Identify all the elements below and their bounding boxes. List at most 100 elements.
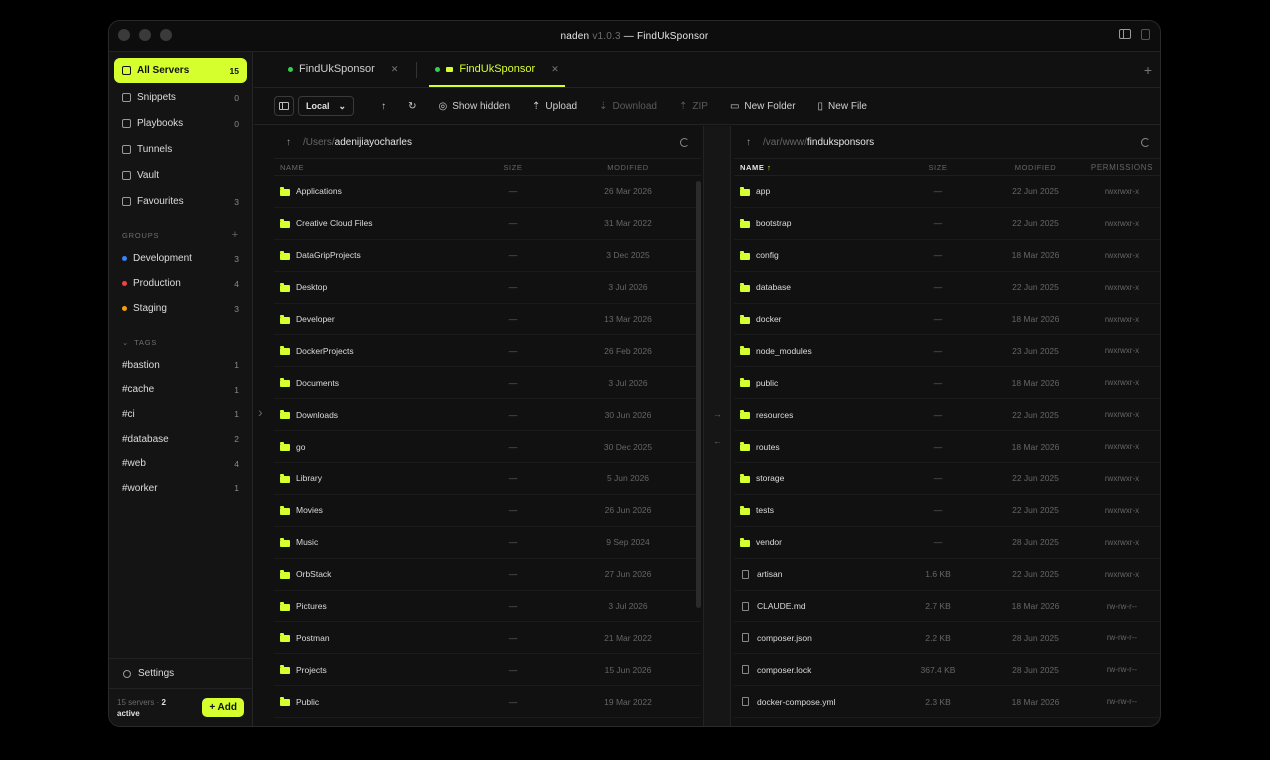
zip-button[interactable]: ⇡ ZIP — [670, 95, 717, 117]
table-row[interactable]: Desktop — 3 Jul 2026 — [274, 272, 701, 304]
column-modified[interactable]: MODIFIED — [983, 163, 1088, 172]
tab-session-2[interactable]: FindUkSponsor ✕ — [421, 51, 572, 87]
table-row[interactable]: Creative Cloud Files — 31 Mar 2022 — [274, 208, 701, 240]
add-group-icon[interactable]: + — [232, 229, 239, 241]
table-row[interactable]: Music — 9 Sep 2024 — [274, 527, 701, 559]
table-row[interactable]: Movies — 26 Jun 2026 — [274, 495, 701, 527]
table-row[interactable]: Documents — 3 Jul 2026 — [274, 367, 701, 400]
table-row[interactable]: composer.lock 367.4 KB 28 Jun 2025 rw-rw-r-… — [734, 654, 1160, 687]
table-row[interactable]: tests — 22 Jun 2025 rwxrwxr-x — [734, 495, 1160, 527]
column-modified[interactable]: MODIFIED — [561, 163, 695, 172]
arrow-left-icon[interactable]: ← — [713, 436, 722, 446]
table-row[interactable]: Downloads — 30 Jun 2026 — [274, 399, 701, 432]
table-row[interactable]: composer.json 2.2 KB 28 Jun 2025 rw-rw-r-- — [734, 622, 1160, 655]
table-row[interactable]: public — 18 Mar 2026 rwxrwxr-x — [734, 367, 1160, 400]
go-up-button[interactable]: ↑ — [372, 95, 395, 117]
sidebar-item-favourites[interactable]: Favourites 3 — [114, 189, 247, 214]
tab-session-1[interactable]: FindUkSponsor ✕ — [274, 51, 412, 87]
column-name[interactable]: NAME — [280, 163, 465, 172]
file-modified: 28 Jun 2025 — [1012, 632, 1059, 643]
column-name[interactable]: NAME ↑ — [740, 163, 893, 172]
table-row[interactable]: vendor — 28 Jun 2025 rwxrwxr-x — [734, 527, 1160, 559]
group-item-production[interactable]: Production 4 — [109, 271, 252, 296]
table-row[interactable]: go — 30 Dec 2025 — [274, 431, 701, 464]
path-prefix[interactable]: /var/www/ — [763, 137, 807, 148]
arrow-right-icon[interactable]: → — [713, 409, 722, 419]
inspector-icon[interactable] — [1141, 29, 1150, 40]
group-item-development[interactable]: Development 3 — [109, 246, 252, 271]
maximize-window-button[interactable] — [160, 29, 172, 41]
refresh-icon[interactable] — [1141, 137, 1150, 147]
table-row[interactable]: Pictures — 3 Jul 2026 — [274, 591, 701, 623]
table-row[interactable]: CLAUDE.md 2.7 KB 18 Mar 2026 rw-rw-r-- — [734, 591, 1160, 623]
add-server-button[interactable]: + Add — [202, 698, 244, 717]
chevron-right-icon[interactable]: › — [258, 404, 263, 420]
table-row[interactable]: node_modules — 23 Jun 2025 rwxrwxr-x — [734, 335, 1160, 368]
table-row[interactable]: Library — 5 Jun 2026 — [274, 463, 701, 495]
location-select[interactable]: Local ⌄ — [298, 96, 355, 116]
table-row[interactable]: config — 18 Mar 2026 rwxrwxr-x — [734, 240, 1160, 272]
download-button[interactable]: ⇣ Download — [590, 95, 666, 117]
table-row[interactable]: artisan 1.6 KB 22 Jun 2025 rwxrwxr-x — [734, 559, 1160, 591]
table-row[interactable]: Postman — 21 Mar 2022 — [274, 622, 701, 655]
table-row[interactable]: DockerProjects — 26 Feb 2026 — [274, 335, 701, 368]
settings-button[interactable]: Settings — [109, 659, 252, 689]
tag-item-web[interactable]: #web 4 — [109, 451, 252, 476]
table-row[interactable]: routes — 18 Mar 2026 rwxrwxr-x — [734, 431, 1160, 464]
close-tab-icon[interactable]: ✕ — [391, 64, 399, 75]
tag-item-worker[interactable]: #worker 1 — [109, 476, 252, 501]
refresh-icon[interactable] — [680, 137, 689, 147]
file-name: OrbStack — [296, 569, 332, 580]
toggle-sidebar-icon[interactable] — [1119, 29, 1131, 39]
tag-item-database[interactable]: #database 2 — [109, 427, 252, 452]
tag-item-ci[interactable]: #ci 1 — [109, 402, 252, 427]
close-window-button[interactable] — [118, 29, 130, 41]
table-row[interactable]: docker-compose.yml 2.3 KB 18 Mar 2026 rw-rw… — [734, 686, 1160, 719]
sidebar-item-playbooks[interactable]: Playbooks 0 — [114, 111, 247, 136]
refresh-button[interactable]: ↻ — [399, 95, 425, 117]
sidebar-item-tunnels[interactable]: Tunnels — [114, 137, 247, 162]
arrow-up-icon[interactable]: ↑ — [746, 137, 751, 148]
arrow-up-icon[interactable]: ↑ — [286, 137, 291, 148]
table-row[interactable]: storage — 22 Jun 2025 rwxrwxr-x — [734, 463, 1160, 495]
tag-label: #bastion — [122, 359, 160, 371]
minimize-window-button[interactable] — [139, 29, 151, 41]
table-row[interactable]: bootstrap — 22 Jun 2025 rwxrwxr-x — [734, 208, 1160, 240]
path-current[interactable]: adenijiayocharles — [335, 137, 412, 148]
table-row[interactable]: Projects — 15 Jun 2026 — [274, 654, 701, 687]
table-row[interactable]: resources — 22 Jun 2025 rwxrwxr-x — [734, 399, 1160, 432]
sidebar-item-all-servers[interactable]: All Servers 15 — [114, 58, 247, 83]
file-name-cell: Documents — [280, 378, 465, 388]
close-tab-icon[interactable]: ✕ — [551, 64, 559, 75]
group-item-staging[interactable]: Staging 3 — [109, 296, 252, 321]
upload-button[interactable]: ⇡ Upload — [523, 95, 586, 117]
scrollbar[interactable] — [696, 181, 701, 608]
table-row[interactable]: DataGripProjects — 3 Dec 2025 — [274, 240, 701, 272]
table-row[interactable]: Developer — 13 Mar 2026 — [274, 304, 701, 336]
tag-item-cache[interactable]: #cache 1 — [109, 378, 252, 403]
group-label: Staging — [133, 303, 167, 314]
toggle-panel-button[interactable] — [274, 96, 294, 116]
path-current[interactable]: finduksponsors — [807, 137, 874, 148]
file-plus-icon: ▯ — [817, 100, 824, 112]
new-folder-button[interactable]: ▭ New Folder — [721, 95, 805, 117]
table-row[interactable]: Public — 19 Mar 2022 — [274, 686, 701, 719]
group-label: Production — [133, 278, 181, 289]
new-file-button[interactable]: ▯ New File — [809, 95, 876, 117]
sidebar-item-snippets[interactable]: Snippets 0 — [114, 85, 247, 110]
table-row[interactable]: app — 22 Jun 2025 rwxrwxr-x — [734, 176, 1160, 208]
sidebar-item-vault[interactable]: Vault — [114, 163, 247, 188]
table-row[interactable]: OrbStack — 27 Jun 2026 — [274, 559, 701, 591]
column-size[interactable]: SIZE — [893, 163, 983, 172]
table-row[interactable]: database — 22 Jun 2025 rwxrwxr-x — [734, 272, 1160, 304]
new-tab-icon[interactable]: + — [1144, 62, 1152, 78]
column-permissions[interactable]: PERMISSIONS — [1088, 163, 1156, 172]
table-row[interactable]: docker — 18 Mar 2026 rwxrwxr-x — [734, 304, 1160, 336]
table-row[interactable]: Applications — 26 Mar 2026 — [274, 176, 701, 208]
tags-header[interactable]: ⌄ TAGS — [109, 331, 252, 353]
show-hidden-button[interactable]: ◎ Show hidden — [429, 95, 519, 117]
column-size[interactable]: SIZE — [465, 163, 561, 172]
tag-item-bastion[interactable]: #bastion 1 — [109, 353, 252, 378]
path-prefix[interactable]: /Users/ — [303, 137, 335, 148]
file-name-cell: Music — [280, 537, 465, 547]
